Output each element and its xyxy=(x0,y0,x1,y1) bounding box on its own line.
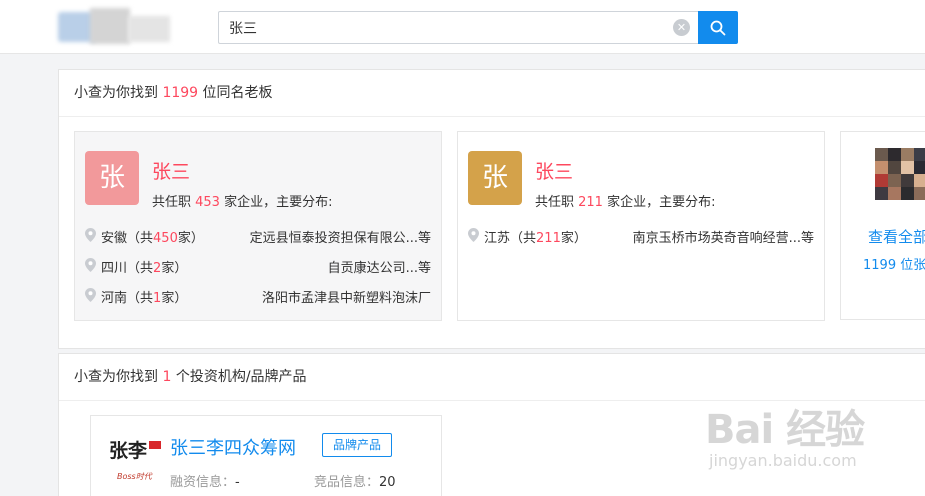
avatar: 张 xyxy=(468,151,522,205)
location-pin-icon xyxy=(468,228,479,242)
search-input[interactable] xyxy=(218,11,698,44)
brand-logo: 张李 Boss时代 xyxy=(107,432,163,488)
location-pin-icon xyxy=(85,258,96,272)
funding-info: 融资信息：- xyxy=(170,475,240,490)
person-name[interactable]: 张三 xyxy=(535,157,573,184)
search-button[interactable] xyxy=(698,11,738,44)
company-count: 共任职 453 家企业，主要分布: xyxy=(152,195,333,210)
person-card[interactable]: 张 张三 共任职 211 家企业，主要分布: 江苏（共211家） 南京玉桥市场英… xyxy=(457,131,825,321)
view-all-count[interactable]: 1199 位张 xyxy=(863,254,925,273)
company-count: 共任职 211 家企业，主要分布: xyxy=(535,195,716,210)
avatar-mosaic xyxy=(875,148,925,200)
competitor-info: 竞品信息：20 xyxy=(314,475,396,490)
person-name[interactable]: 张三 xyxy=(152,157,190,184)
brand-product-tag: 品牌产品 xyxy=(322,433,393,457)
avatar: 张 xyxy=(85,151,139,205)
region-companies[interactable]: 洛阳市孟津县中新塑料泡沫厂 xyxy=(262,287,431,306)
region-row: 江苏（共211家） 南京玉桥市场英奇音响经营...等 xyxy=(468,227,814,246)
boss-results-heading: 小查为你找到 1199 位同名老板 xyxy=(59,70,925,117)
brand-name[interactable]: 张三李四众筹网 xyxy=(170,434,296,460)
region-row: 河南（共1家） 洛阳市孟津县中新塑料泡沫厂 xyxy=(85,287,431,306)
clear-icon[interactable]: ✕ xyxy=(673,19,690,36)
brand-logo-subtext: Boss时代 xyxy=(117,472,153,481)
region-row: 四川（共2家） 自贡康达公司...等 xyxy=(85,257,431,276)
site-logo[interactable] xyxy=(58,6,170,46)
baidu-watermark: Bai 经验 jingyan.baidu.com xyxy=(705,407,865,470)
region-companies[interactable]: 南京玉桥市场英奇音响经营...等 xyxy=(633,227,814,246)
brand-card[interactable]: 张李 Boss时代 张三李四众筹网 品牌产品 融资信息：- 竞品信息：20 xyxy=(90,415,442,496)
person-card[interactable]: 张 张三 共任职 453 家企业，主要分布: 安徽（共450家） 定远县恒泰投资… xyxy=(74,131,442,321)
region-companies[interactable]: 定远县恒泰投资担保有限公...等 xyxy=(250,227,431,246)
location-pin-icon xyxy=(85,228,96,242)
brand-logo-text: 张李 xyxy=(109,440,148,462)
region-row: 安徽（共450家） 定远县恒泰投资担保有限公...等 xyxy=(85,227,431,246)
search-icon xyxy=(710,20,726,35)
view-all-card[interactable]: 查看全部 1199 位张 xyxy=(840,131,925,320)
view-all-link[interactable]: 查看全部 xyxy=(868,226,925,247)
region-companies[interactable]: 自贡康达公司...等 xyxy=(328,257,431,276)
location-pin-icon xyxy=(85,288,96,302)
